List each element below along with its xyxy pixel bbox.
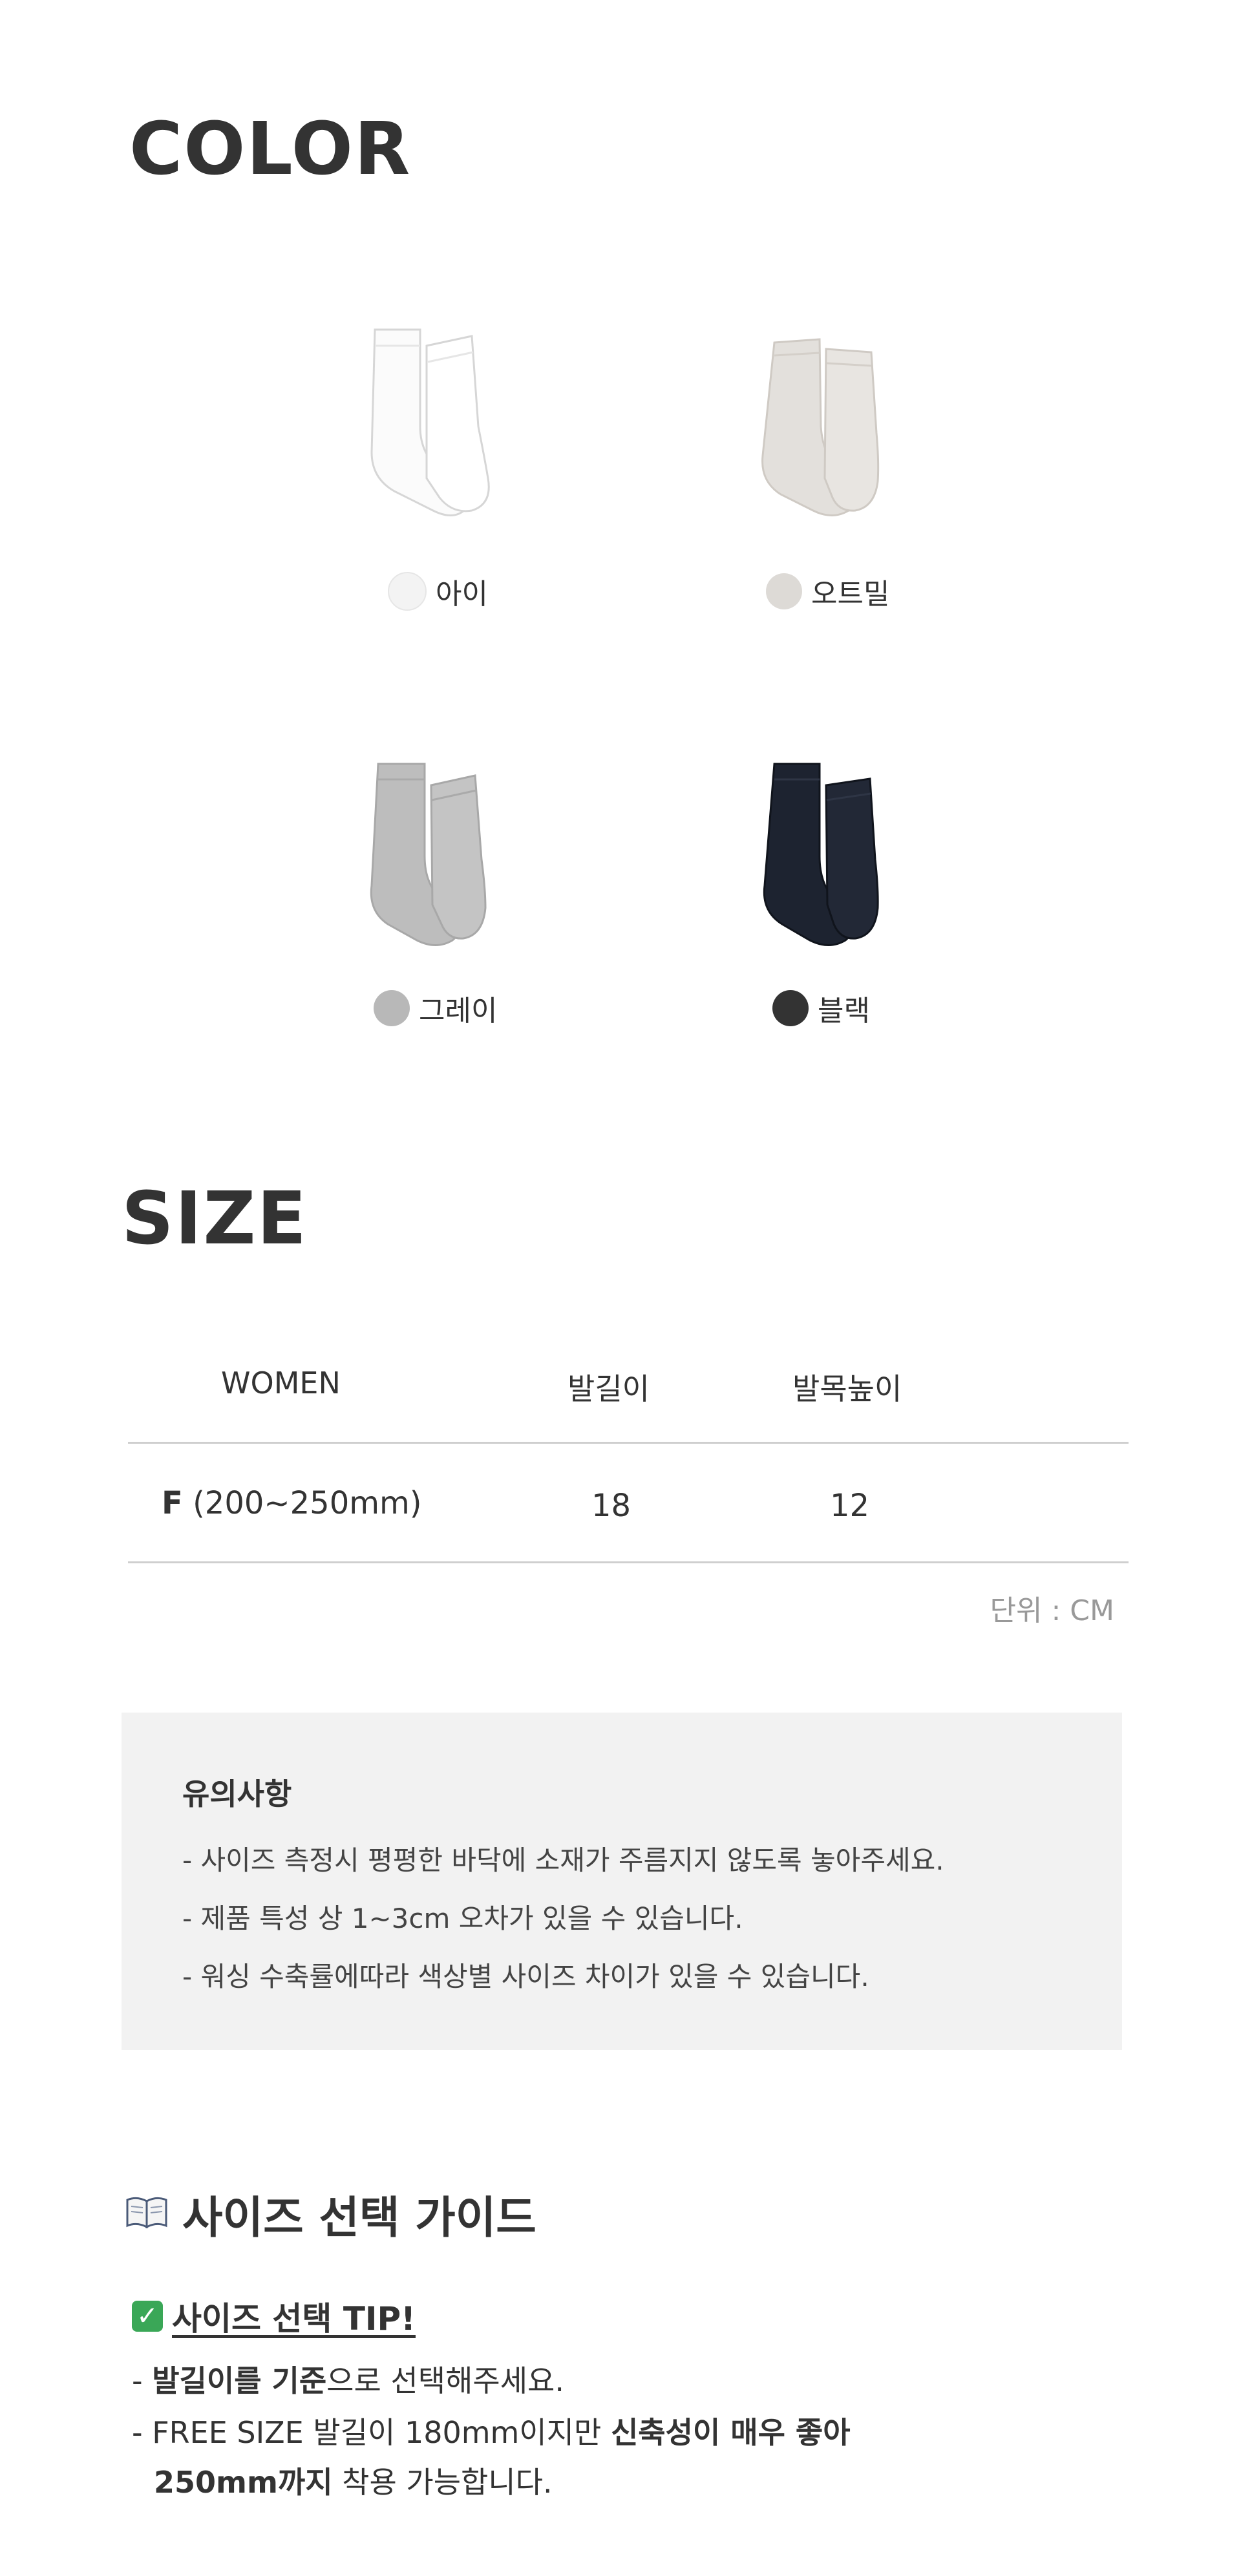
notice-line-1: - 사이즈 측정시 평평한 바닥에 소재가 주름지지 않도록 놓아주세요. bbox=[182, 1844, 944, 1876]
color-heading: COLOR bbox=[129, 107, 412, 191]
swatch-dot-oatmeal bbox=[766, 573, 802, 609]
guide-line-3-bold: 250mm까지 bbox=[154, 2465, 333, 2500]
tip-title: ✓ 사이즈 선택 TIP! bbox=[132, 2293, 416, 2339]
notice-box: 유의사항 - 사이즈 측정시 평평한 바닥에 소재가 주름지지 않도록 놓아주세… bbox=[122, 1713, 1122, 2050]
sock-image-black bbox=[742, 750, 923, 956]
swatch-dot-gray bbox=[374, 990, 410, 1026]
notice-line-3: - 워싱 수축률에따라 색상별 사이즈 차이가 있을 수 있습니다. bbox=[182, 1961, 869, 1992]
table-cell-ankle-height: 12 bbox=[830, 1488, 870, 1524]
open-book-icon bbox=[125, 2188, 168, 2239]
table-header-foot-length: 발길이 bbox=[567, 1371, 650, 1406]
sock-image-oatmeal bbox=[742, 323, 923, 530]
swatch-label-white: 아이 bbox=[436, 578, 488, 611]
guide-line-2: - FREE SIZE 발길이 180mm이지만 신축성이 매우 좋아 bbox=[132, 2415, 851, 2450]
swatch-gray[interactable]: 그레이 bbox=[374, 987, 497, 1029]
size-guide-title-text: 사이즈 선택 가이드 bbox=[182, 2193, 536, 2244]
swatch-label-black: 블랙 bbox=[818, 995, 870, 1028]
table-divider-bottom bbox=[128, 1561, 1129, 1563]
sock-image-gray bbox=[352, 750, 533, 956]
notice-line-2: - 제품 특성 상 1~3cm 오차가 있을 수 있습니다. bbox=[182, 1903, 743, 1934]
table-cell-foot-length: 18 bbox=[591, 1488, 631, 1524]
check-mark-icon: ✓ bbox=[132, 2301, 163, 2332]
size-guide-title: 사이즈 선택 가이드 bbox=[125, 2182, 536, 2246]
swatch-label-oatmeal: 오트밀 bbox=[811, 578, 890, 611]
size-heading: SIZE bbox=[122, 1177, 308, 1261]
notice-title: 유의사항 bbox=[182, 1777, 292, 1811]
table-divider-top bbox=[128, 1442, 1129, 1444]
swatch-black[interactable]: 블랙 bbox=[772, 987, 870, 1029]
guide-line-1: - 발길이를 기준으로 선택해주세요. bbox=[132, 2363, 564, 2398]
sock-image-white bbox=[349, 317, 530, 523]
guide-line-2-bold: 신축성이 매우 좋아 bbox=[610, 2415, 851, 2450]
table-cell-size: F (200~250mm) bbox=[162, 1485, 421, 1521]
table-header-ankle-height: 발목높이 bbox=[792, 1371, 902, 1406]
swatch-oatmeal[interactable]: 오트밀 bbox=[766, 571, 889, 612]
swatch-white[interactable]: 아이 bbox=[388, 571, 488, 612]
table-header-women: WOMEN bbox=[221, 1366, 341, 1400]
size-code: F bbox=[162, 1485, 183, 1521]
swatch-dot-black bbox=[772, 990, 809, 1026]
size-range: (200~250mm) bbox=[193, 1485, 422, 1521]
guide-line-3: 250mm까지 착용 가능합니다. bbox=[154, 2465, 553, 2500]
unit-note: 단위 : CM bbox=[990, 1594, 1114, 1627]
guide-line-1-bold: 발길이를 기준 bbox=[152, 2363, 327, 2398]
swatch-label-gray: 그레이 bbox=[419, 995, 498, 1028]
swatch-dot-white bbox=[388, 572, 427, 611]
tip-title-text: 사이즈 선택 TIP! bbox=[172, 2300, 416, 2338]
